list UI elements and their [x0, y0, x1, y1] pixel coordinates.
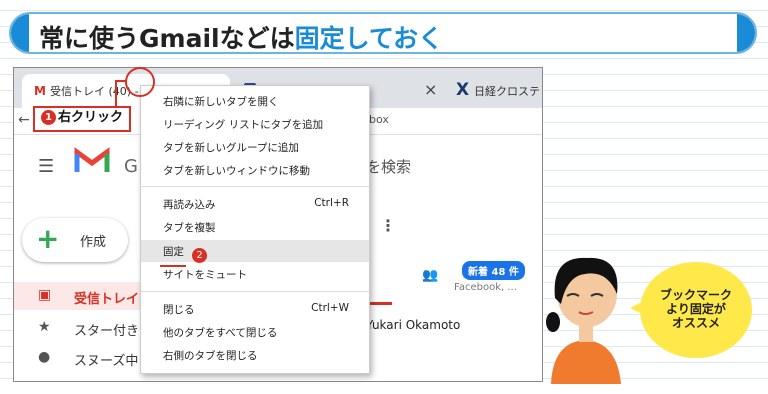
menu-item-reading-list[interactable]: リーディング リストにタブを追加 — [141, 113, 369, 135]
menu-item-label: タブを複製 — [163, 222, 216, 234]
title-stripe-left — [11, 14, 29, 52]
tab-nikkei-title: 日経クロステ — [474, 85, 540, 98]
gmail-logo-icon — [74, 147, 110, 172]
menu-item-close-others[interactable]: 他のタブをすべて閉じる — [141, 321, 369, 343]
menu-item-label: 再読み込み — [163, 199, 216, 211]
woman-illustration — [546, 257, 621, 384]
sidebar-item-label: スター付き — [74, 324, 140, 339]
menu-separator — [141, 291, 369, 292]
inbox-icon: ▣ — [38, 287, 52, 303]
compose-plus-icon: + — [36, 222, 60, 255]
menu-item-label: サイトをミュート — [163, 269, 247, 281]
menu-item-label: 他のタブをすべて閉じる — [163, 327, 278, 339]
sidebar-item-label: 受信トレイ — [74, 292, 140, 307]
clock-icon: ● — [38, 349, 51, 365]
title-prefix: 常に使うGmailなどは — [39, 24, 295, 53]
google-logo-icon: G — [124, 156, 138, 177]
menu-icon[interactable]: ☰ — [38, 156, 54, 177]
sidebar-item-label: スヌーズ中 — [74, 354, 139, 369]
menu-item-reload[interactable]: 再読み込み Ctrl+R — [141, 193, 369, 215]
step1-label: 右クリック — [58, 110, 124, 125]
callout-connector-vertical — [115, 80, 117, 106]
menu-item-close[interactable]: 閉じる Ctrl+W — [141, 298, 369, 320]
menu-item-label: タブを新しいウィンドウに移動 — [163, 165, 310, 177]
gmail-favicon-icon: M — [34, 84, 46, 98]
bubble-line-3: オススメ — [671, 316, 720, 330]
bubble-line-1: ブックマーク — [659, 288, 732, 302]
speech-bubble-text: ブックマーク より固定が オススメ — [640, 288, 752, 330]
menu-item-label: 右隣に新しいタブを開く — [163, 96, 279, 108]
menu-item-label: 固定 — [163, 246, 184, 258]
close-tab-icon[interactable]: × — [424, 80, 437, 99]
tab-context-menu: 右隣に新しいタブを開く リーディング リストにタブを追加 タブを新しいグループに… — [140, 85, 370, 374]
menu-item-label: 右側のタブを閉じる — [163, 350, 258, 362]
menu-item-shortcut: Ctrl+W — [311, 302, 349, 314]
step1-callout: 1 右クリック — [33, 106, 132, 132]
more-options-icon[interactable]: ⋮ — [380, 216, 396, 235]
title-stripe-right — [737, 14, 755, 52]
step1-number: 1 — [41, 110, 56, 125]
menu-separator — [141, 186, 369, 187]
menu-item-shortcut: Ctrl+R — [314, 197, 349, 209]
search-placeholder[interactable]: を検索 — [366, 156, 411, 177]
menu-item-add-to-group[interactable]: タブを新しいグループに追加 — [141, 136, 369, 158]
title-highlight: 固定しておく — [294, 24, 444, 53]
menu-item-move-to-window[interactable]: タブを新しいウィンドウに移動 — [141, 159, 369, 181]
nikkei-favicon-icon: X — [456, 80, 470, 100]
bubble-line-2: より固定が — [666, 302, 726, 316]
new-count-badge: 新着 48 件 — [462, 261, 525, 280]
menu-item-close-right[interactable]: 右側のタブを閉じる — [141, 344, 369, 366]
menu-item-new-tab-right[interactable]: 右隣に新しいタブを開く — [141, 90, 369, 112]
step2-number: 2 — [192, 248, 207, 263]
tab-nikkei[interactable]: X 日経クロステ — [450, 74, 542, 108]
address-text: box — [369, 113, 389, 126]
back-arrow-icon[interactable]: ← — [18, 112, 30, 128]
article-title: 常に使うGmailなどは固定しておく — [39, 19, 444, 53]
compose-label: 作成 — [80, 235, 107, 250]
menu-item-label: タブを新しいグループに追加 — [163, 142, 299, 154]
social-tab-icon[interactable]: 👥 — [422, 268, 438, 283]
pin-underline — [160, 265, 186, 267]
star-icon: ★ — [38, 319, 51, 335]
menu-item-label: 閉じる — [163, 304, 195, 316]
compose-button[interactable]: + 作成 — [22, 218, 128, 262]
menu-item-pin[interactable]: 固定 — [141, 240, 369, 262]
email-sender[interactable]: Yukari Okamoto — [366, 318, 460, 332]
right-click-target-circle — [125, 67, 155, 97]
social-senders: Facebook, ... — [454, 282, 517, 293]
menu-item-duplicate[interactable]: タブを複製 — [141, 216, 369, 238]
menu-item-label: リーディング リストにタブを追加 — [163, 119, 324, 131]
article-title-bar: 常に使うGmailなどは固定しておく — [9, 12, 757, 54]
